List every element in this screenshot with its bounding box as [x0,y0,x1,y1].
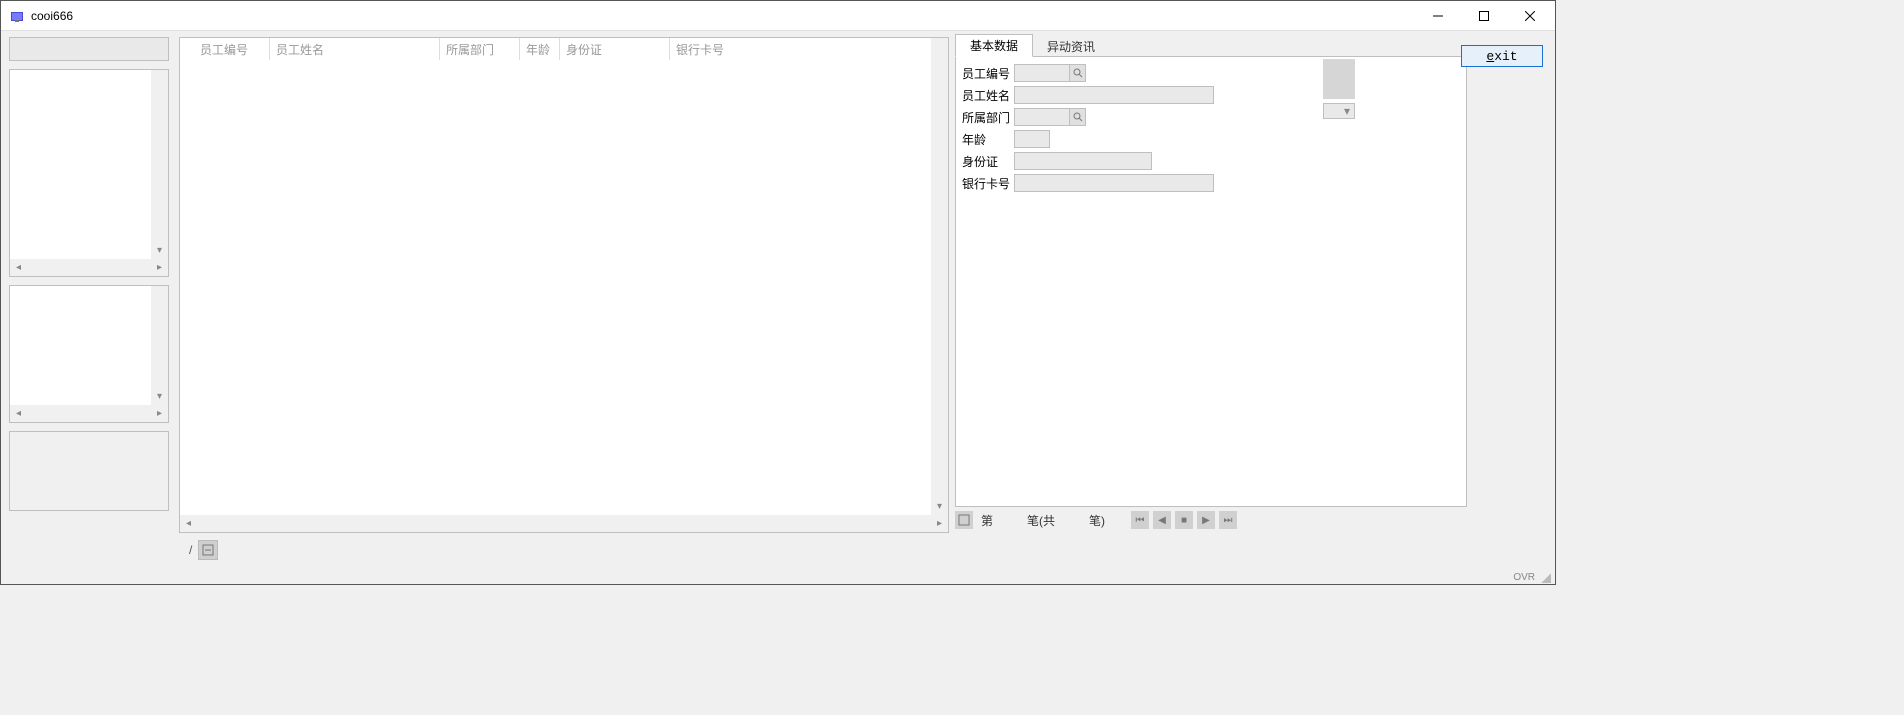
detail-panel: 基本数据 异动资讯 员工编号员工姓名所属部门年龄身份证银行卡号 [955,37,1467,507]
form-label: 员工姓名 [962,87,1014,104]
close-button[interactable] [1507,1,1553,31]
maximize-button[interactable] [1461,1,1507,31]
resize-grip-icon[interactable] [1539,571,1551,583]
exit-button[interactable]: exit [1461,45,1543,67]
grid-header[interactable]: 年龄 [520,38,560,60]
exit-button-label-rest: xit [1494,49,1517,64]
form-row: 所属部门 [962,107,1458,127]
detail-body: 员工编号员工姓名所属部门年龄身份证银行卡号 [955,56,1467,507]
nav-stop-button[interactable]: ■ [1175,511,1193,529]
grid-header[interactable]: 身份证 [560,38,670,60]
photo-placeholder[interactable] [1323,59,1355,99]
grid-page-indicator: / [179,543,192,557]
scrollbar-vertical[interactable]: ▾ [151,70,168,259]
left-list-2[interactable]: ▾ ◂ ▸ [9,285,169,423]
detail-tabs: 基本数据 异动资讯 [955,37,1467,57]
overtype-indicator: OVR [1513,572,1535,583]
form-label: 员工编号 [962,65,1014,82]
chevron-down-icon[interactable]: ▾ [931,498,948,515]
chevron-left-icon[interactable]: ◂ [10,259,27,276]
grid-body[interactable] [180,60,931,515]
nav-text: 笔(共 [1027,512,1055,529]
chevron-down-icon[interactable]: ▾ [151,388,168,405]
nav-text: 笔) [1089,512,1105,529]
title-bar: cooi666 [1,1,1555,31]
grid-header[interactable]: 所属部门 [440,38,520,60]
grid-header-row: 员工编号 员工姓名 所属部门 年龄 身份证 银行卡号 [180,38,948,60]
form-label: 所属部门 [962,109,1014,126]
chevron-left-icon[interactable]: ◂ [10,405,27,422]
chevron-down-icon[interactable]: ▾ [151,242,168,259]
chevron-left-icon[interactable]: ◂ [180,515,197,532]
nav-first-button[interactable]: ⏮ [1131,511,1149,529]
nav-prev-button[interactable]: ◀ [1153,511,1171,529]
form-input-2[interactable] [1014,108,1070,126]
grid-action-button[interactable] [198,540,218,560]
form-label: 银行卡号 [962,175,1014,192]
app-icon [9,8,25,24]
scrollbar-vertical[interactable]: ▾ [931,38,948,515]
left-list-3[interactable] [9,431,169,511]
form-row: 员工编号 [962,63,1458,83]
form-input-1[interactable] [1014,86,1214,104]
scrollbar-horizontal[interactable]: ◂ ▸ [180,515,948,532]
grid-header[interactable]: 银行卡号 [670,38,820,60]
window-controls [1415,1,1553,30]
tab-change-info[interactable]: 异动资讯 [1033,36,1109,57]
minimize-button[interactable] [1415,1,1461,31]
grid-header[interactable]: 员工编号 [194,38,270,60]
left-list-1[interactable]: ▾ ◂ ▸ [9,69,169,277]
status-bar: OVR [1,570,1555,584]
nav-icon-button[interactable] [955,511,973,529]
nav-last-button[interactable]: ⏭ [1219,511,1237,529]
chevron-right-icon[interactable]: ▸ [151,405,168,422]
left-column: ▾ ◂ ▸ ▾ ◂ ▸ [9,37,169,564]
form-row: 身份证 [962,151,1458,171]
exit-button-label-first: e [1486,49,1494,64]
photo-dropdown[interactable]: ▾ [1323,103,1355,119]
form-label: 身份证 [962,153,1014,170]
window-title: cooi666 [31,9,1415,23]
nav-text: 第 [981,512,993,529]
chevron-right-icon[interactable]: ▸ [151,259,168,276]
scrollbar-vertical[interactable]: ▾ [151,286,168,405]
tab-basic-data[interactable]: 基本数据 [955,34,1033,57]
chevron-right-icon[interactable]: ▸ [931,515,948,532]
form-row: 年龄 [962,129,1458,149]
form-row: 员工姓名 [962,85,1458,105]
form-input-3[interactable] [1014,130,1050,148]
form-label: 年龄 [962,131,1014,148]
scrollbar-horizontal[interactable]: ◂ ▸ [10,259,168,276]
lookup-icon[interactable] [1070,108,1086,126]
nav-next-button[interactable]: ▶ [1197,511,1215,529]
scrollbar-horizontal[interactable]: ◂ ▸ [10,405,168,422]
data-grid[interactable]: 员工编号 员工姓名 所属部门 年龄 身份证 银行卡号 ▾ ◂ ▸ [179,37,949,533]
form-input-4[interactable] [1014,152,1152,170]
chevron-down-icon: ▾ [1340,104,1354,118]
form-input-5[interactable] [1014,174,1214,192]
grid-footer: / [179,539,949,561]
left-search-input[interactable] [9,37,169,61]
record-navigator: 第 笔(共 笔) ⏮ ◀ ■ ▶ ⏭ [955,509,1475,531]
lookup-icon[interactable] [1070,64,1086,82]
form-row: 银行卡号 [962,173,1458,193]
grid-header[interactable]: 员工姓名 [270,38,440,60]
client-area: ▾ ◂ ▸ ▾ ◂ ▸ 员工编号 员工姓名 所属 [1,31,1555,570]
form-input-0[interactable] [1014,64,1070,82]
